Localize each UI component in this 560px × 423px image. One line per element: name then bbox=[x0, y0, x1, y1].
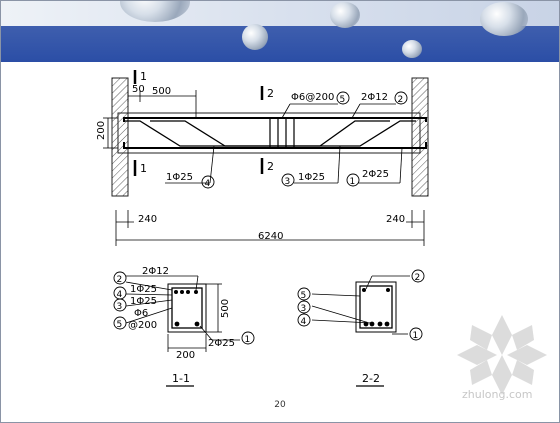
sec2-leaders bbox=[311, 275, 410, 335]
sec1-mark-bot: 1 bbox=[140, 162, 147, 175]
sec1-mark-1: 1 bbox=[245, 335, 251, 345]
sec1-label-phi6: Φ6 bbox=[134, 308, 148, 319]
sec1-top-label: 2Φ12 bbox=[142, 266, 169, 277]
sec1-mark-2: 2 bbox=[117, 275, 123, 285]
sec2-concrete bbox=[355, 281, 397, 333]
sec1-bottom-label: 2Φ25 bbox=[208, 338, 235, 349]
dim-6240: 6240 bbox=[258, 231, 283, 242]
mark-5: 5 bbox=[340, 95, 346, 105]
sec1-label-3: 1Φ25 bbox=[130, 296, 157, 307]
sec1-label-200: @200 bbox=[128, 320, 157, 331]
label-bottombar: 2Φ25 bbox=[362, 169, 389, 180]
sec1-mark-4: 4 bbox=[117, 290, 123, 300]
sec1-width: 200 bbox=[176, 350, 195, 361]
stirrups bbox=[269, 118, 295, 148]
watermark-logo bbox=[457, 315, 547, 395]
sec2-mark-top: 2 bbox=[267, 87, 274, 100]
sec1-mark-3: 3 bbox=[117, 302, 123, 312]
leader-stirrup-down bbox=[281, 103, 291, 119]
leader-topbar-down bbox=[351, 103, 361, 119]
sec2-mark-2: 2 bbox=[415, 273, 421, 283]
sec1-height: 500 bbox=[220, 299, 231, 318]
bottom-bar bbox=[123, 142, 427, 149]
leader-bent3-up bbox=[337, 145, 341, 184]
dim-200: 200 bbox=[96, 121, 107, 140]
label-bent3: 1Φ25 bbox=[298, 172, 325, 183]
sec2-mark-5: 5 bbox=[301, 291, 307, 301]
label-stirrup: Φ6@200 bbox=[291, 92, 334, 103]
sec1-label-4: 1Φ25 bbox=[130, 284, 157, 295]
sec2-mark-1: 1 bbox=[413, 331, 419, 341]
sec2-mark-bot: 2 bbox=[267, 160, 274, 173]
sec1-mark-5: 5 bbox=[117, 320, 123, 330]
sec2-bars bbox=[362, 288, 390, 327]
mark-3: 3 bbox=[285, 177, 291, 187]
sec1-bars bbox=[174, 290, 200, 327]
left-wall bbox=[111, 77, 129, 197]
label-topbar: 2Φ12 bbox=[361, 92, 388, 103]
page-number: 20 bbox=[274, 400, 286, 410]
dim-240-right: 240 bbox=[386, 214, 405, 225]
dim-500: 500 bbox=[152, 86, 171, 97]
label-bent4: 1Φ25 bbox=[166, 172, 193, 183]
sec1-mark-top: 1 bbox=[140, 70, 147, 83]
sec2-mark-3: 3 bbox=[301, 304, 307, 314]
mark-4: 4 bbox=[205, 179, 211, 189]
sec1-title: 1-1 bbox=[172, 372, 190, 385]
mark-1: 1 bbox=[350, 177, 356, 187]
dim-240-left: 240 bbox=[138, 214, 157, 225]
mark-2: 2 bbox=[398, 95, 404, 105]
sec2-title: 2-2 bbox=[362, 372, 380, 385]
sec2-mark-4: 4 bbox=[301, 317, 307, 327]
dim-50: 50 bbox=[132, 84, 145, 95]
